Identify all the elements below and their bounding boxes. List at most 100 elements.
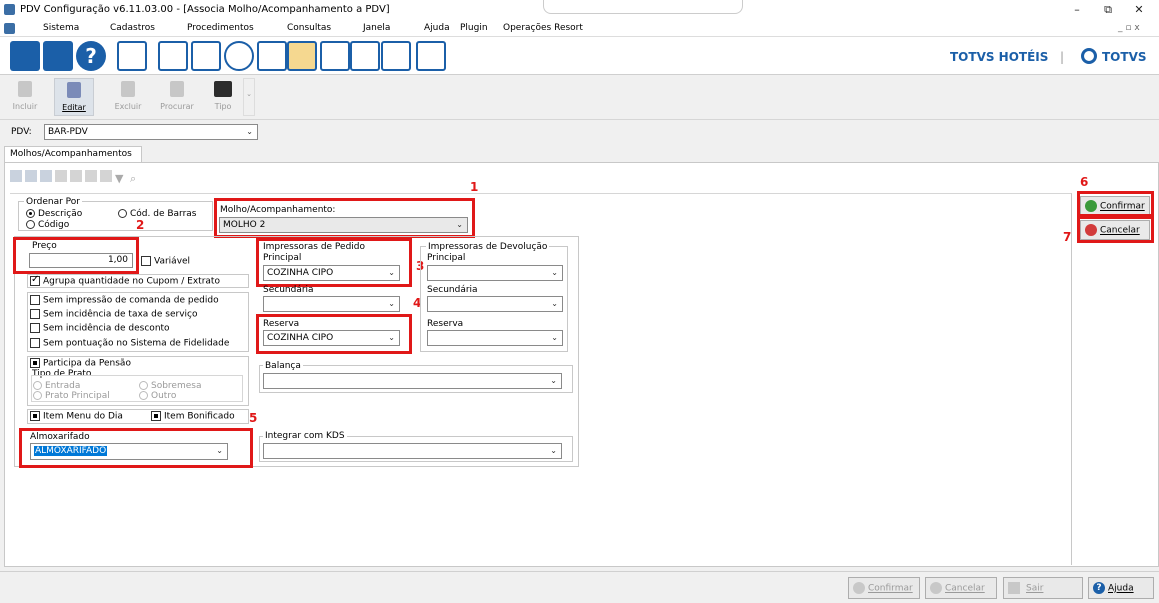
imp-pedido-secundaria-select[interactable]: ⌄ xyxy=(263,296,400,312)
radio-outro[interactable]: Outro xyxy=(139,391,176,401)
title-bar: PDV Configuração v6.11.03.00 - [Associa … xyxy=(0,0,1159,20)
sem-impressao-checkbox[interactable]: Sem impressão de comanda de pedido xyxy=(30,295,219,306)
procurar-button[interactable]: Procurar xyxy=(157,78,197,116)
card-icon[interactable] xyxy=(416,41,446,71)
sem-pontuacao-checkbox[interactable]: Sem pontuação no Sistema de Fidelidade xyxy=(30,338,229,349)
list-edit-icon[interactable] xyxy=(257,41,287,71)
exit-app-icon[interactable] xyxy=(10,41,40,71)
variavel-checkbox[interactable]: Variável xyxy=(141,256,190,267)
radio-prato-principal[interactable]: Prato Principal xyxy=(33,391,110,401)
annotation-2: 2 xyxy=(136,218,145,232)
menu-cadastros[interactable]: Cadastros xyxy=(110,23,155,33)
menu-plugin[interactable]: Plugin xyxy=(460,23,488,33)
network-icon[interactable] xyxy=(117,41,147,71)
sem-desconto-checkbox[interactable]: Sem incidência de desconto xyxy=(30,323,170,334)
agrupa-checkbox[interactable]: Agrupa quantidade no Cupom / Extrato xyxy=(30,274,220,287)
totvs-logo-icon xyxy=(1081,48,1097,64)
calculator-icon[interactable] xyxy=(320,41,350,71)
chevron-down-icon: ⌄ xyxy=(388,299,395,308)
prev-record-icon[interactable] xyxy=(25,170,37,182)
check-icon xyxy=(30,358,40,368)
sair-button[interactable]: Sair xyxy=(1003,577,1083,599)
radio-cod-barras[interactable]: Cód. de Barras xyxy=(118,209,196,219)
filter-icon[interactable]: ▼ xyxy=(115,172,127,185)
drag-handle[interactable] xyxy=(543,0,743,14)
editar-button[interactable]: Editar xyxy=(54,78,94,116)
tipo-button[interactable]: Tipo xyxy=(204,78,242,116)
mdi-close[interactable]: x xyxy=(1134,23,1139,33)
annotation-1: 1 xyxy=(470,180,479,194)
menu-ajuda[interactable]: Ajuda xyxy=(424,23,450,33)
tipo-dropdown-icon[interactable]: ⌄ xyxy=(243,78,255,116)
users-icon[interactable] xyxy=(43,41,73,71)
check-icon xyxy=(30,411,40,421)
report-icon[interactable] xyxy=(287,41,317,71)
delete-icon xyxy=(121,81,135,97)
next-record-icon[interactable] xyxy=(40,170,52,182)
menu-operacoes-resort[interactable]: Operações Resort xyxy=(503,23,583,33)
app-icon xyxy=(4,4,15,15)
radio-entrada[interactable]: Entrada xyxy=(33,381,80,391)
check-circle-icon xyxy=(853,582,865,594)
mail-icon[interactable] xyxy=(191,41,221,71)
tab-molhos[interactable]: Molhos/Acompanhamentos xyxy=(4,146,142,163)
radio-sobremesa[interactable]: Sobremesa xyxy=(139,381,201,391)
export-icon[interactable] xyxy=(85,170,97,182)
transfer-icon[interactable] xyxy=(350,41,380,71)
find-icon[interactable]: ⌕ xyxy=(130,172,142,185)
clock-icon[interactable] xyxy=(224,41,254,71)
item-bonificado-checkbox[interactable]: Item Bonificado xyxy=(151,411,235,422)
mdi-controls[interactable]: _ ▫ x xyxy=(1118,23,1140,33)
agrupa-check-icon xyxy=(30,274,40,286)
sem-taxa-checkbox[interactable]: Sem incidência de taxa de serviço xyxy=(30,309,198,320)
radio-descricao-icon xyxy=(26,209,35,218)
annotation-6: 6 xyxy=(1080,175,1089,189)
menu-sistema[interactable]: Sistema xyxy=(43,23,79,33)
cancelar-bottom-button[interactable]: Cancelar xyxy=(925,577,997,599)
imp-dev-principal-select[interactable]: ⌄ xyxy=(427,265,563,281)
menu-consultas[interactable]: Consultas xyxy=(287,23,331,33)
terminal-icon[interactable] xyxy=(381,41,411,71)
radio-codigo[interactable]: Código xyxy=(26,220,69,230)
participa-checkbox[interactable]: Participa da Pensão xyxy=(30,358,131,369)
mdi-icon xyxy=(4,23,15,34)
radio-icon xyxy=(139,381,148,390)
mdi-restore[interactable]: ▫ xyxy=(1125,23,1131,33)
grid-view-icon[interactable] xyxy=(55,170,67,182)
item-menu-checkbox[interactable]: Item Menu do Dia xyxy=(30,411,123,422)
balanca-select[interactable]: ⌄ xyxy=(263,373,562,389)
highlight-5 xyxy=(19,428,253,468)
annotation-5: 5 xyxy=(249,411,258,425)
confirmar-bottom-button[interactable]: Confirmar xyxy=(848,577,920,599)
restore-button[interactable]: ⧉ xyxy=(1096,2,1120,18)
main-toolbar: ? TOTVS HOTÉIS | TOTVS xyxy=(0,37,1159,75)
highlight-4 xyxy=(256,314,412,354)
mdi-minimize[interactable]: _ xyxy=(1118,23,1123,33)
radio-descricao[interactable]: Descrição xyxy=(26,209,82,219)
highlight-7 xyxy=(1077,216,1154,243)
chevron-down-icon: ⌄ xyxy=(550,376,557,385)
check-icon xyxy=(30,309,40,319)
search-icon xyxy=(170,81,184,97)
ajuda-button[interactable]: ? Ajuda xyxy=(1088,577,1154,599)
menu-janela[interactable]: Janela xyxy=(363,23,390,33)
printer-icon[interactable] xyxy=(158,41,188,71)
close-button[interactable]: ✕ xyxy=(1127,2,1151,18)
excluir-button[interactable]: Excluir xyxy=(108,78,148,116)
first-record-icon[interactable] xyxy=(10,170,22,182)
pdv-select[interactable]: BAR-PDV ⌄ xyxy=(44,124,258,140)
check-icon xyxy=(30,338,40,348)
copy-icon[interactable] xyxy=(70,170,82,182)
window-title: PDV Configuração v6.11.03.00 - [Associa … xyxy=(20,4,390,15)
import-icon[interactable] xyxy=(100,170,112,182)
incluir-button[interactable]: Incluir xyxy=(5,78,45,116)
imp-dev-secundaria-select[interactable]: ⌄ xyxy=(427,296,563,312)
help-icon[interactable]: ? xyxy=(76,41,106,71)
radio-icon xyxy=(139,391,148,400)
brand-separator: | xyxy=(1060,50,1065,64)
chevron-down-icon: ⌄ xyxy=(551,333,558,342)
kds-select[interactable]: ⌄ xyxy=(263,443,562,459)
menu-procedimentos[interactable]: Procedimentos xyxy=(187,23,254,33)
imp-dev-reserva-select[interactable]: ⌄ xyxy=(427,330,563,346)
minimize-button[interactable]: – xyxy=(1065,2,1089,18)
